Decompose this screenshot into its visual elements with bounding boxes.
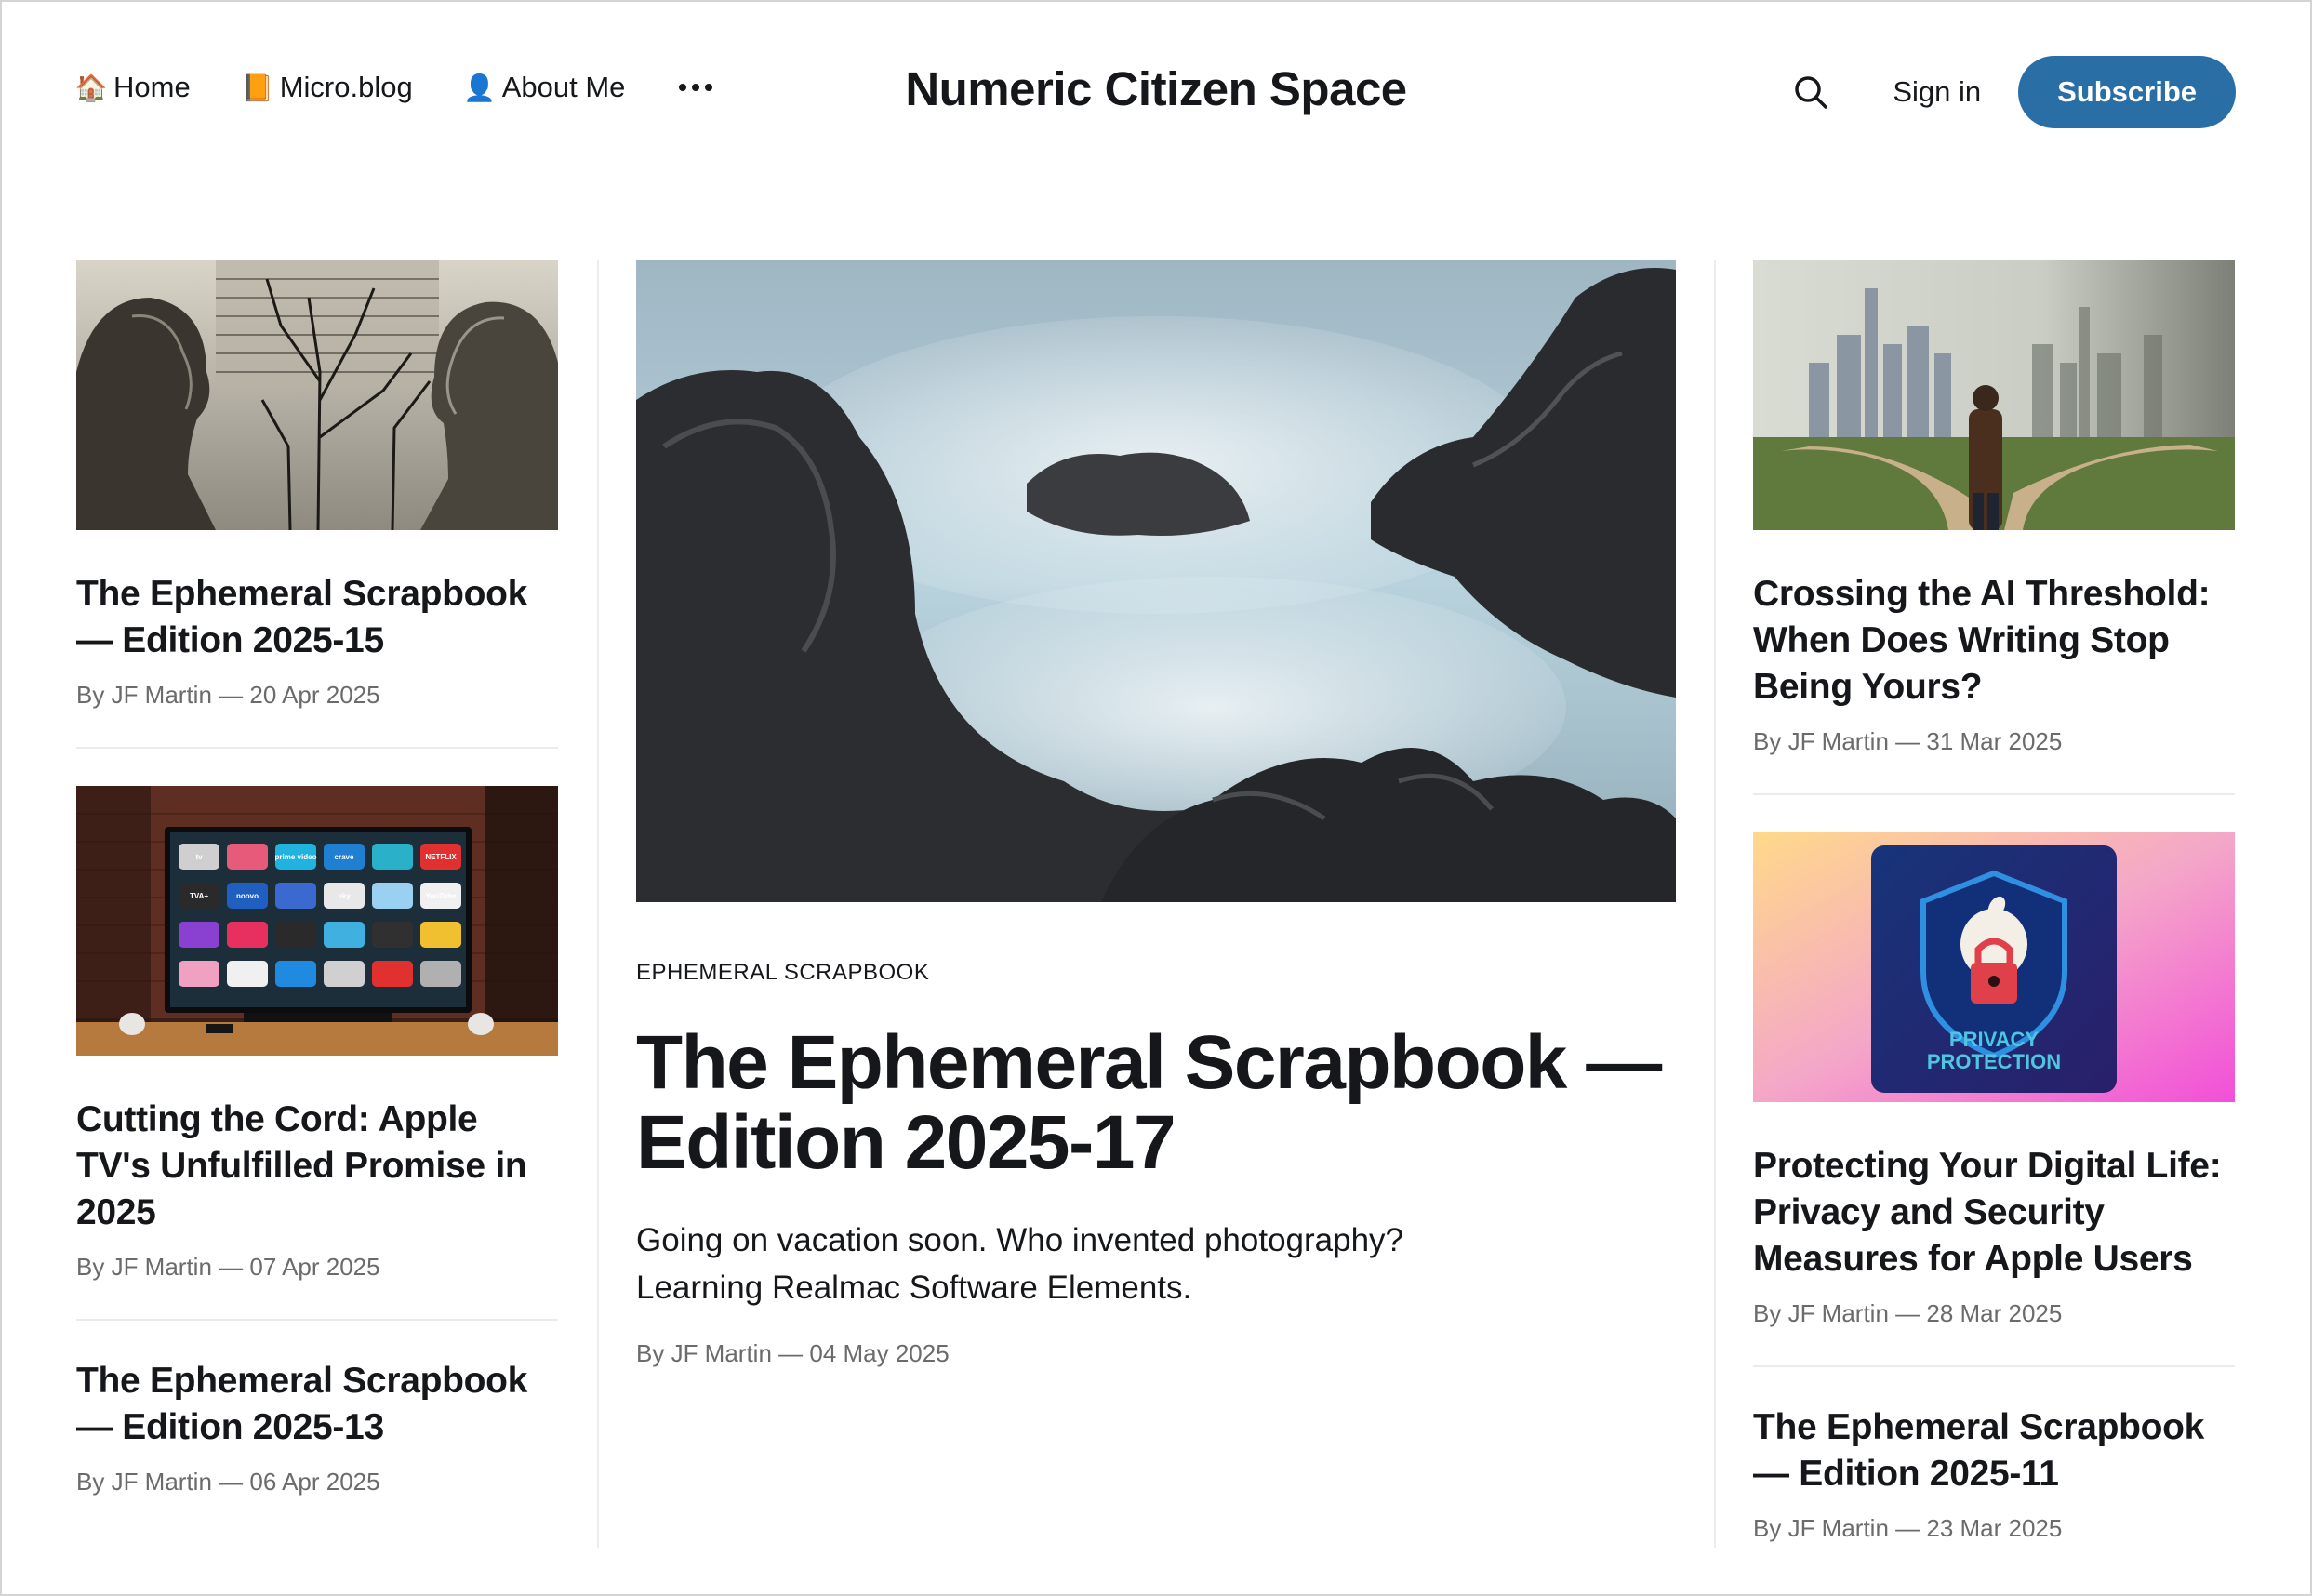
post-thumbnail-statues[interactable] (76, 260, 558, 530)
post-meta: By JF Martin — 23 Mar 2025 (1753, 1514, 2063, 1542)
tv-app-label: YouTube (425, 892, 457, 900)
tv-app-label: TVA+ (190, 892, 208, 900)
tv-app-tile (420, 961, 461, 987)
column-divider-left (597, 260, 599, 1548)
left-column: The Ephemeral Scrapbook — Edition 2025-1… (76, 260, 558, 1496)
column-divider-right (1714, 260, 1716, 1548)
featured-tag[interactable]: EPHEMERAL SCRAPBOOK (636, 960, 1676, 986)
post-title[interactable]: The Ephemeral Scrapbook — Edition 2025-1… (76, 1358, 558, 1451)
post-title[interactable]: Cutting the Cord: Apple TV's Unfulfilled… (76, 1097, 558, 1236)
right-column: Crossing the AI Threshold: When Does Wri… (1753, 260, 2235, 1543)
post-card: The Ephemeral Scrapbook — Edition 2025-1… (76, 260, 558, 710)
tv-app-tile (324, 922, 365, 948)
tv-app-tile (324, 961, 365, 987)
post-meta: By JF Martin — 28 Mar 2025 (1753, 1299, 2063, 1327)
tv-app-label: tv (195, 853, 203, 861)
post-meta: By JF Martin — 20 Apr 2025 (76, 681, 380, 709)
privacy-text-line2: PROTECTION (1927, 1050, 2061, 1073)
tv-app-tile (179, 922, 219, 948)
featured-image-rocks-mist[interactable] (636, 260, 1676, 902)
book-icon: 📙 (241, 73, 274, 102)
featured-meta: By JF Martin — 04 May 2025 (636, 1339, 950, 1367)
post-thumbnail-apple-tv[interactable]: tv prime video crave NETFLIX TVA+ noovo sky You… (76, 786, 558, 1056)
site-title[interactable]: Numeric Citizen Space (905, 62, 1407, 115)
post-meta: By JF Martin — 31 Mar 2025 (1753, 727, 2063, 755)
more-icon[interactable] (677, 78, 714, 97)
post-meta: By JF Martin — 06 Apr 2025 (76, 1468, 380, 1496)
search-icon[interactable] (1790, 72, 1831, 113)
post-card: PRIVACY PROTECTION Protecting Your Digit… (1753, 832, 2235, 1328)
featured-title[interactable]: The Ephemeral Scrapbook — Edition 2025-1… (636, 1023, 1676, 1183)
tv-app-tile (372, 961, 413, 987)
post-card: The Ephemeral Scrapbook — Edition 2025-1… (76, 1358, 558, 1496)
tv-app-tile (179, 961, 219, 987)
house-icon: 🏠 (74, 73, 108, 102)
tv-app-tile (420, 922, 461, 948)
nav-about-label: About Me (501, 71, 626, 103)
tv-app-label: sky (338, 892, 351, 900)
divider (76, 747, 558, 749)
post-card: The Ephemeral Scrapbook — Edition 2025-1… (1753, 1404, 2235, 1543)
site-header: 🏠 Home 📙 Micro.blog 👤 About Me Numeric C… (0, 0, 2312, 186)
tv-app-label: noovo (236, 892, 259, 900)
header-actions: Sign in Subscribe (1790, 56, 2236, 128)
featured-excerpt: Going on vacation soon. Who invented pho… (636, 1222, 1404, 1306)
post-card: tv prime video crave NETFLIX TVA+ noovo sky You… (76, 786, 558, 1282)
subscribe-button[interactable]: Subscribe (2018, 56, 2236, 128)
nav-about[interactable]: 👤 About Me (463, 71, 626, 104)
tv-app-tile (275, 883, 316, 909)
post-thumbnail-crossroads[interactable] (1753, 260, 2235, 530)
privacy-text-line1: PRIVACY (1949, 1028, 2039, 1051)
nav-microblog-label: Micro.blog (279, 71, 413, 103)
post-meta: By JF Martin — 07 Apr 2025 (76, 1253, 380, 1281)
tv-app-tile (372, 883, 413, 909)
tv-app-label: crave (335, 853, 354, 861)
tv-app-tile (227, 922, 268, 948)
main-nav: 🏠 Home 📙 Micro.blog 👤 About Me (74, 71, 714, 104)
tv-app-tile (227, 844, 268, 870)
nav-home[interactable]: 🏠 Home (74, 71, 191, 104)
post-title[interactable]: The Ephemeral Scrapbook — Edition 2025-1… (1753, 1404, 2235, 1497)
tv-app-tile (275, 961, 316, 987)
nav-microblog[interactable]: 📙 Micro.blog (241, 71, 413, 104)
tv-app-tile (227, 961, 268, 987)
post-title[interactable]: Crossing the AI Threshold: When Does Wri… (1753, 571, 2235, 711)
tv-app-tile (372, 922, 413, 948)
tv-app-label: prime video (275, 853, 317, 861)
nav-home-label: Home (113, 71, 191, 103)
post-title[interactable]: The Ephemeral Scrapbook — Edition 2025-1… (76, 571, 558, 664)
divider (76, 1319, 558, 1321)
sign-in-link[interactable]: Sign in (1893, 75, 1981, 109)
person-icon: 👤 (463, 73, 497, 102)
tv-app-label: NETFLIX (425, 853, 457, 861)
featured-column: EPHEMERAL SCRAPBOOK The Ephemeral Scrapb… (636, 260, 1676, 1368)
divider (1753, 1365, 2235, 1367)
divider (1753, 793, 2235, 795)
post-title[interactable]: Protecting Your Digital Life: Privacy an… (1753, 1143, 2235, 1283)
post-card: Crossing the AI Threshold: When Does Wri… (1753, 260, 2235, 756)
tv-app-tile (275, 922, 316, 948)
tv-app-tile (372, 844, 413, 870)
post-thumbnail-privacy[interactable]: PRIVACY PROTECTION (1753, 832, 2235, 1102)
